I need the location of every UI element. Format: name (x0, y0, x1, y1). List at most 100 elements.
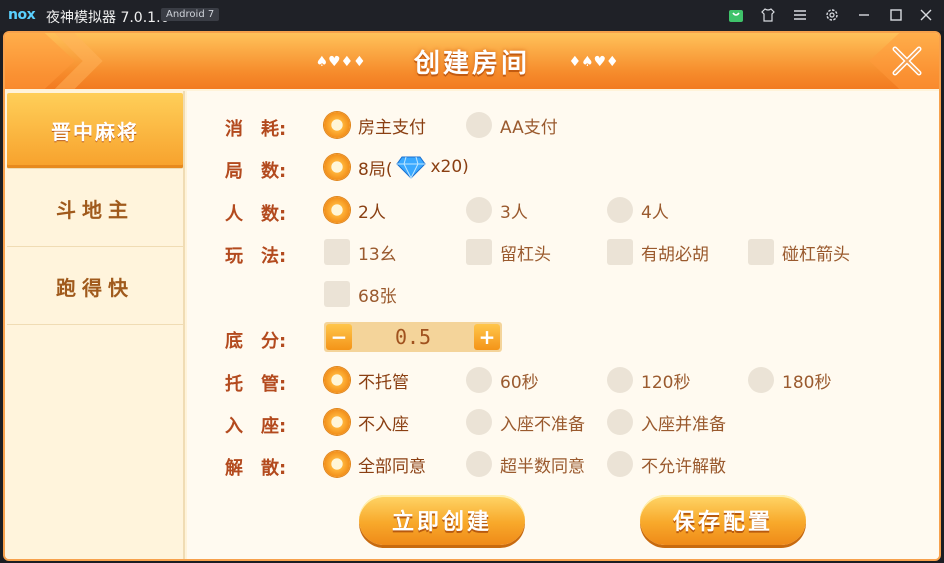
android-version-badge: Android 7 (161, 8, 220, 21)
radio-selected (324, 197, 350, 223)
option-label: 超半数同意 (500, 456, 585, 477)
radio-unselected (607, 197, 633, 223)
rounds-label: 局 数: (225, 161, 287, 182)
checkbox (607, 239, 633, 265)
checkbox (324, 239, 350, 265)
create-now-button[interactable]: 立即创建 (359, 495, 525, 545)
players-2-option[interactable]: 2人 (324, 197, 386, 223)
consume-owner-pays-option[interactable]: 房主支付 (324, 112, 426, 138)
close-dialog-button[interactable] (887, 41, 927, 81)
radio-selected (324, 112, 350, 138)
checkbox (748, 239, 774, 265)
checkbox (324, 281, 350, 307)
dialog-title: 创建房间 (413, 49, 530, 79)
maximize-icon[interactable] (887, 6, 905, 24)
radio-selected (324, 367, 350, 393)
option-label: 8局( (358, 159, 393, 180)
radio-unselected (607, 409, 633, 435)
option-label: 碰杠箭头 (782, 244, 850, 265)
emulator-titlebar: nox 夜神模拟器 7.0.1.0 Android 7 (0, 0, 944, 31)
players-label: 人 数: (225, 204, 287, 225)
option-label: 180秒 (782, 372, 832, 393)
rule-peng-gang-jian-tou-checkbox[interactable]: 碰杠箭头 (748, 239, 850, 265)
option-label: 入座不准备 (500, 414, 585, 435)
option-label: 4人 (641, 202, 669, 223)
rule-you-hu-bi-hu-checkbox[interactable]: 有胡必胡 (607, 239, 709, 265)
play-rules-label: 玩 法: (225, 246, 287, 267)
create-room-dialog: ♠♥♦♦ ♦♠♥♦ 创建房间 晋中麻将 斗地主 跑得快 消 耗: 房主支付 AA… (3, 31, 941, 561)
option-label: 60秒 (500, 372, 539, 393)
players-4-option[interactable]: 4人 (607, 197, 669, 223)
option-label: 不入座 (358, 414, 409, 435)
app-title: 夜神模拟器 7.0.1.0 (46, 10, 170, 26)
option-label: 不允许解散 (641, 456, 726, 477)
shirt-icon[interactable] (759, 6, 777, 24)
option-label: 留杠头 (500, 244, 551, 265)
option-label: 68张 (358, 286, 397, 307)
minimize-icon[interactable] (855, 6, 873, 24)
radio-unselected (466, 112, 492, 138)
option-label: 2人 (358, 202, 386, 223)
option-label: 120秒 (641, 372, 691, 393)
dismiss-not-allowed-option[interactable]: 不允许解散 (607, 451, 726, 477)
dialog-header: ♠♥♦♦ ♦♠♥♦ 创建房间 (5, 33, 939, 89)
base-score-value: 0.5 (394, 325, 432, 349)
rounds-8-option[interactable]: 8局( x20) (324, 154, 469, 180)
game-type-sidebar: 晋中麻将 斗地主 跑得快 (5, 91, 185, 559)
option-label: 有胡必胡 (641, 244, 709, 265)
radio-unselected (607, 451, 633, 477)
shop-icon[interactable] (727, 6, 745, 24)
option-label: 3人 (500, 202, 528, 223)
gear-icon[interactable] (823, 6, 841, 24)
radio-unselected (466, 451, 492, 477)
dismiss-all-agree-option[interactable]: 全部同意 (324, 451, 426, 477)
dismiss-label: 解 散: (225, 458, 287, 479)
increase-button[interactable]: + (474, 324, 500, 350)
radio-unselected (466, 367, 492, 393)
seat-label: 入 座: (225, 416, 287, 437)
diamond-icon (396, 156, 427, 179)
option-label: 房主支付 (358, 117, 426, 138)
base-score-label: 底 分: (225, 331, 287, 352)
auto-play-label: 托 管: (225, 374, 287, 395)
radio-unselected (748, 367, 774, 393)
rule-13yao-checkbox[interactable]: 13幺 (324, 239, 397, 265)
close-icon[interactable] (917, 6, 935, 24)
radio-unselected (466, 409, 492, 435)
tab-jinzhong-mahjong[interactable]: 晋中麻将 (7, 93, 183, 169)
radio-unselected (607, 367, 633, 393)
seat-none-option[interactable]: 不入座 (324, 409, 409, 435)
option-label: 全部同意 (358, 456, 426, 477)
rule-68-tiles-checkbox[interactable]: 68张 (324, 281, 397, 307)
auto-60s-option[interactable]: 60秒 (466, 367, 539, 393)
nox-logo: nox (8, 7, 36, 23)
room-options-panel: 消 耗: 房主支付 AA支付 局 数: 8局( x20) 人 数: 2人 3人 … (187, 91, 939, 559)
rule-liu-gang-tou-checkbox[interactable]: 留杠头 (466, 239, 551, 265)
option-label: 13幺 (358, 244, 397, 265)
menu-icon[interactable] (791, 6, 809, 24)
auto-180s-option[interactable]: 180秒 (748, 367, 831, 393)
option-label: AA支付 (500, 117, 558, 138)
auto-120s-option[interactable]: 120秒 (607, 367, 690, 393)
save-config-button[interactable]: 保存配置 (640, 495, 806, 545)
players-3-option[interactable]: 3人 (466, 197, 528, 223)
option-label: 不托管 (358, 372, 409, 393)
radio-selected (324, 409, 350, 435)
tab-dou-di-zhu[interactable]: 斗地主 (7, 171, 183, 247)
radio-selected (324, 451, 350, 477)
option-label: 入座并准备 (641, 414, 726, 435)
decrease-button[interactable]: − (326, 324, 352, 350)
dismiss-majority-option[interactable]: 超半数同意 (466, 451, 585, 477)
seat-not-ready-option[interactable]: 入座不准备 (466, 409, 585, 435)
close-x-icon (892, 46, 922, 76)
consume-label: 消 耗: (225, 119, 287, 140)
consume-aa-pays-option[interactable]: AA支付 (466, 112, 558, 138)
option-cost: x20) (430, 157, 469, 177)
base-score-stepper: − 0.5 + (324, 322, 502, 352)
radio-unselected (466, 197, 492, 223)
tab-pao-de-kuai[interactable]: 跑得快 (7, 249, 183, 325)
seat-ready-option[interactable]: 入座并准备 (607, 409, 726, 435)
radio-selected (324, 154, 350, 180)
checkbox (466, 239, 492, 265)
auto-none-option[interactable]: 不托管 (324, 367, 409, 393)
